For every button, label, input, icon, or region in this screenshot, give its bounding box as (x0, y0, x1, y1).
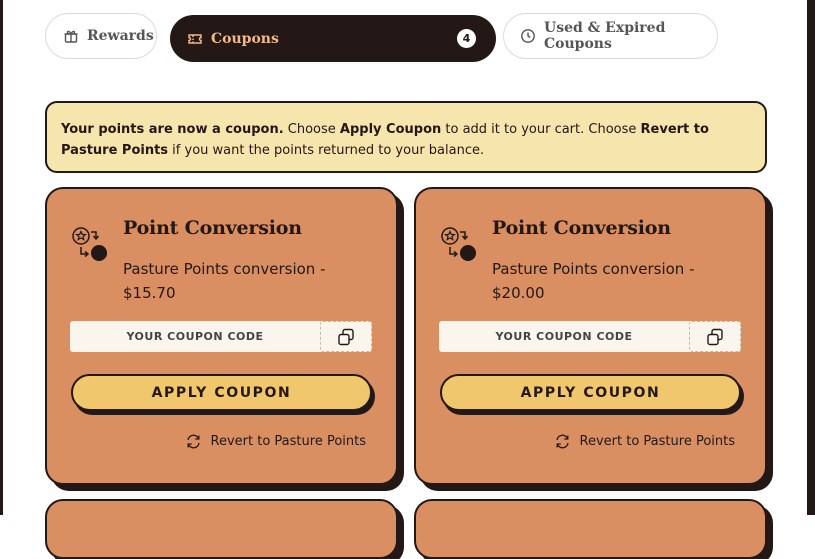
notice-bold-3: Apply Coupon (339, 122, 442, 137)
tab-rewards-label: Rewards (87, 28, 154, 44)
tab-used-expired-coupons[interactable]: Used & Expired Coupons (503, 13, 718, 59)
card-title: Point Conversion (492, 217, 671, 239)
coupon-card: Point Conversion Pasture Points conversi… (45, 187, 398, 485)
tab-used-label: Used & Expired Coupons (544, 20, 666, 52)
page-border-left (0, 0, 3, 515)
gift-icon (63, 28, 79, 44)
notice-text-2: Choose (283, 122, 340, 137)
coupon-count-badge: 4 (457, 29, 476, 48)
coupon-notice-banner: Your points are now a coupon. Choose App… (45, 101, 767, 173)
tab-rewards[interactable]: Rewards (45, 13, 157, 59)
card-description: Pasture Points conversion - $15.70 (123, 260, 326, 302)
refresh-icon (185, 433, 202, 450)
coupon-code-field[interactable]: YOUR COUPON CODE (439, 321, 741, 352)
copy-icon (338, 328, 354, 345)
refresh-icon (554, 433, 571, 450)
copy-icon (707, 328, 723, 345)
copy-code-button[interactable] (689, 321, 741, 352)
card-title: Point Conversion (123, 217, 302, 239)
notice-text-6: if you want the points returned to your … (168, 143, 485, 158)
page-border-right (807, 0, 815, 515)
tab-coupons-label: Coupons (211, 30, 279, 47)
point-conversion-icon (439, 225, 479, 263)
clock-icon (520, 28, 536, 44)
revert-to-points-link[interactable]: Revert to Pasture Points (554, 433, 735, 450)
ticket-icon (187, 31, 203, 47)
coupon-card: Point Conversion Pasture Points conversi… (414, 187, 767, 485)
tab-coupons[interactable]: Coupons 4 (170, 15, 496, 62)
coupon-code-field[interactable]: YOUR COUPON CODE (70, 321, 372, 352)
revert-label: Revert to Pasture Points (210, 434, 366, 449)
point-conversion-icon (70, 225, 110, 263)
copy-code-button[interactable] (320, 321, 372, 352)
revert-to-points-link[interactable]: Revert to Pasture Points (185, 433, 366, 450)
revert-label: Revert to Pasture Points (579, 434, 735, 449)
card-description: Pasture Points conversion - $20.00 (492, 260, 695, 302)
apply-coupon-button[interactable]: APPLY COUPON (440, 374, 741, 411)
notice-text-4: to add it to your cart. Choose (441, 122, 641, 137)
notice-bold-1: Your points are now a coupon. (61, 122, 284, 137)
coupon-code-text: YOUR COUPON CODE (126, 330, 264, 343)
coupon-code-text: YOUR COUPON CODE (495, 330, 633, 343)
apply-coupon-button[interactable]: APPLY COUPON (71, 374, 372, 411)
coupon-card-partial (414, 499, 767, 559)
coupon-card-partial (45, 499, 398, 559)
